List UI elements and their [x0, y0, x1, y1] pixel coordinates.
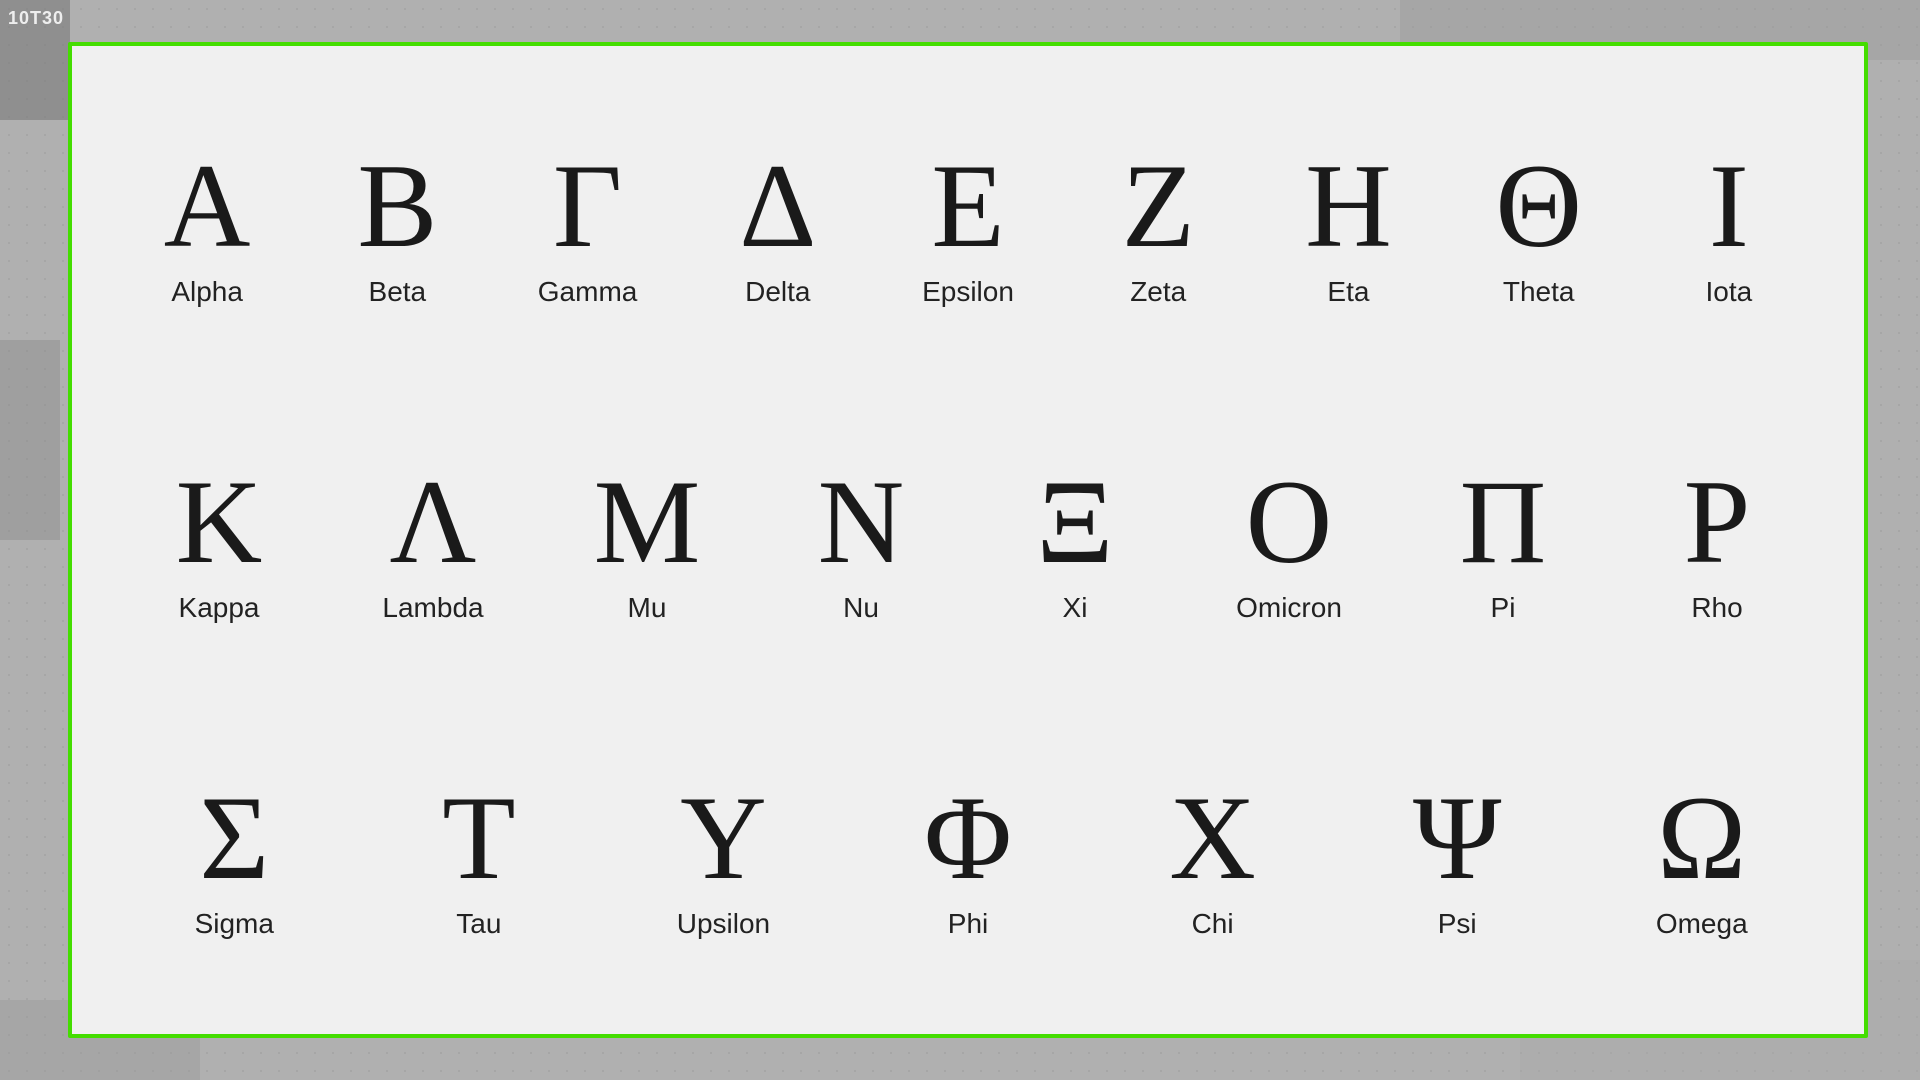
letter-group-chi: Χ Chi — [1090, 772, 1335, 940]
letter-group-gamma: Γ Gamma — [492, 140, 682, 308]
greek-symbol-alpha: Α — [164, 140, 251, 272]
letter-group-sigma: Σ Sigma — [112, 772, 357, 940]
greek-symbol-delta: Δ — [739, 140, 816, 272]
greek-symbol-rho: Ρ — [1684, 456, 1751, 588]
greek-symbol-pi: Π — [1460, 456, 1547, 588]
greek-symbol-epsilon: Ε — [931, 140, 1004, 272]
symbols-row-1: Α Alpha Β Beta Γ Gamma Δ Delta Ε Epsilon Ζ Zeta Η Eta… — [112, 140, 1824, 308]
greek-name-upsilon: Upsilon — [677, 908, 770, 940]
greek-symbol-chi: Χ — [1169, 772, 1256, 904]
greek-name-alpha: Alpha — [171, 276, 243, 308]
greek-symbol-sigma: Σ — [199, 772, 269, 904]
greek-name-iota: Iota — [1706, 276, 1753, 308]
greek-row-3: Σ Sigma Τ Tau Υ Upsilon Φ Phi Χ Chi Ψ Psi Ω Omega — [112, 772, 1824, 940]
greek-name-rho: Rho — [1691, 592, 1742, 624]
greek-name-tau: Tau — [456, 908, 501, 940]
greek-symbol-beta: Β — [357, 140, 437, 272]
greek-name-gamma: Gamma — [538, 276, 638, 308]
greek-symbol-mu: Μ — [594, 456, 701, 588]
letter-group-kappa: Κ Kappa — [112, 456, 326, 624]
symbols-row-2: Κ Kappa Λ Lambda Μ Mu Ν Nu Ξ Xi Ο Omicron Π Pi Ρ Rho — [112, 456, 1824, 624]
greek-name-omicron: Omicron — [1236, 592, 1342, 624]
letter-group-mu: Μ Mu — [540, 456, 754, 624]
greek-row-1: Α Alpha Β Beta Γ Gamma Δ Delta Ε Epsilon Ζ Zeta Η Eta… — [112, 140, 1824, 308]
greek-name-beta: Beta — [369, 276, 427, 308]
letter-group-nu: Ν Nu — [754, 456, 968, 624]
greek-symbol-omicron: Ο — [1246, 456, 1333, 588]
card-content: Α Alpha Β Beta Γ Gamma Δ Delta Ε Epsilon Ζ Zeta Η Eta… — [72, 46, 1864, 1034]
letter-group-delta: Δ Delta — [683, 140, 873, 308]
letter-group-lambda: Λ Lambda — [326, 456, 540, 624]
greek-name-psi: Psi — [1438, 908, 1477, 940]
letter-group-pi: Π Pi — [1396, 456, 1610, 624]
letter-group-iota: Ι Iota — [1634, 140, 1824, 308]
greek-symbol-gamma: Γ — [553, 140, 622, 272]
letter-group-upsilon: Υ Upsilon — [601, 772, 846, 940]
symbols-row-3: Σ Sigma Τ Tau Υ Upsilon Φ Phi Χ Chi Ψ Psi Ω Omega — [112, 772, 1824, 940]
greek-name-phi: Phi — [948, 908, 988, 940]
letter-group-psi: Ψ Psi — [1335, 772, 1580, 940]
bg-block-midleft — [0, 340, 60, 540]
letter-group-zeta: Ζ Zeta — [1063, 140, 1253, 308]
greek-symbol-zeta: Ζ — [1122, 140, 1195, 272]
greek-symbol-theta: Θ — [1495, 140, 1582, 272]
greek-symbol-lambda: Λ — [389, 456, 476, 588]
letter-group-tau: Τ Tau — [357, 772, 602, 940]
greek-name-zeta: Zeta — [1130, 276, 1186, 308]
main-card: Α Alpha Β Beta Γ Gamma Δ Delta Ε Epsilon Ζ Zeta Η Eta… — [68, 42, 1868, 1038]
greek-symbol-nu: Ν — [818, 456, 905, 588]
greek-name-nu: Nu — [843, 592, 879, 624]
greek-name-lambda: Lambda — [382, 592, 483, 624]
letter-group-phi: Φ Phi — [846, 772, 1091, 940]
greek-name-omega: Omega — [1656, 908, 1748, 940]
greek-name-xi: Xi — [1063, 592, 1088, 624]
greek-name-mu: Mu — [628, 592, 667, 624]
letter-group-epsilon: Ε Epsilon — [873, 140, 1063, 308]
greek-name-theta: Theta — [1503, 276, 1575, 308]
greek-symbol-iota: Ι — [1709, 140, 1749, 272]
greek-name-delta: Delta — [745, 276, 810, 308]
letter-group-omicron: Ο Omicron — [1182, 456, 1396, 624]
letter-group-omega: Ω Omega — [1579, 772, 1824, 940]
letter-group-rho: Ρ Rho — [1610, 456, 1824, 624]
greek-name-pi: Pi — [1491, 592, 1516, 624]
greek-symbol-tau: Τ — [442, 772, 515, 904]
greek-name-kappa: Kappa — [179, 592, 260, 624]
letter-group-alpha: Α Alpha — [112, 140, 302, 308]
greek-name-epsilon: Epsilon — [922, 276, 1014, 308]
greek-symbol-kappa: Κ — [176, 456, 263, 588]
greek-name-sigma: Sigma — [195, 908, 274, 940]
greek-name-eta: Eta — [1327, 276, 1369, 308]
letter-group-theta: Θ Theta — [1444, 140, 1634, 308]
greek-row-2: Κ Kappa Λ Lambda Μ Mu Ν Nu Ξ Xi Ο Omicron Π Pi Ρ Rho — [112, 456, 1824, 624]
greek-symbol-psi: Ψ — [1413, 772, 1502, 904]
greek-symbol-omega: Ω — [1657, 772, 1746, 904]
letter-group-xi: Ξ Xi — [968, 456, 1182, 624]
letter-group-beta: Β Beta — [302, 140, 492, 308]
greek-name-chi: Chi — [1192, 908, 1234, 940]
letter-group-eta: Η Eta — [1253, 140, 1443, 308]
greek-symbol-phi: Φ — [924, 772, 1012, 904]
greek-symbol-eta: Η — [1305, 140, 1392, 272]
greek-symbol-xi: Ξ — [1036, 456, 1113, 588]
greek-symbol-upsilon: Υ — [680, 772, 767, 904]
watermark: 10T30 — [8, 8, 64, 29]
